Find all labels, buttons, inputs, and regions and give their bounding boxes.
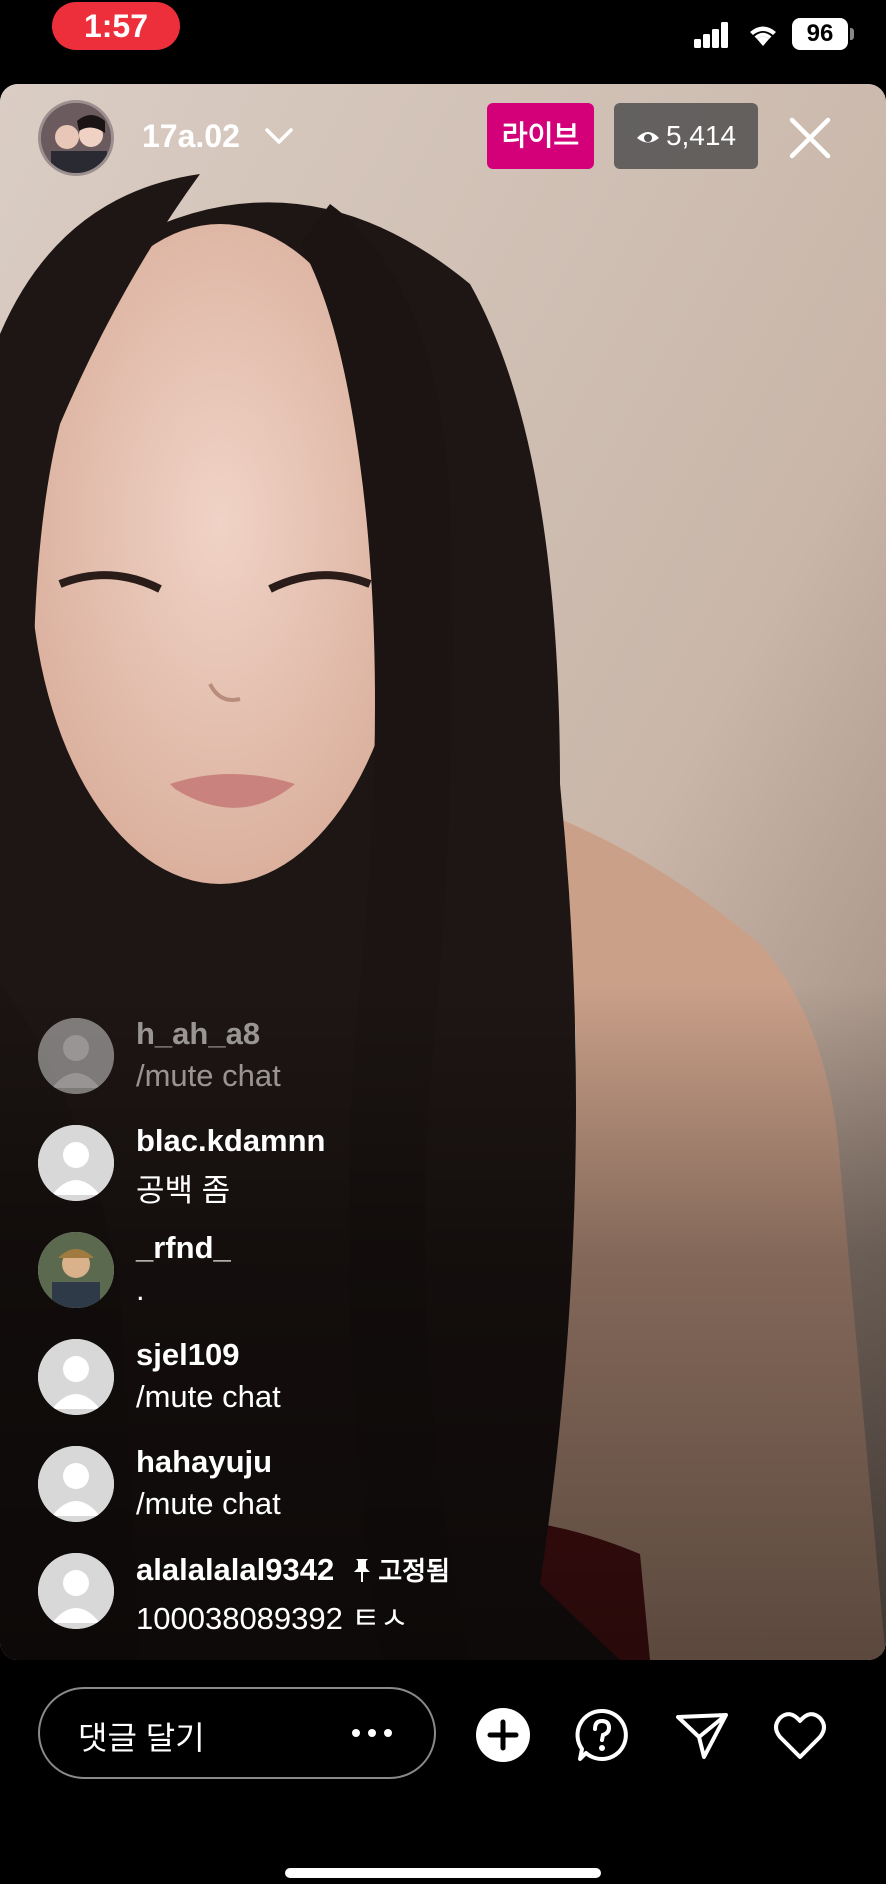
battery-nub [850, 28, 854, 40]
heart-icon[interactable] [772, 1707, 828, 1763]
comment-avatar[interactable] [38, 1018, 114, 1094]
comment-item[interactable]: sjel109 /mute chat [38, 1333, 638, 1440]
comment-username[interactable]: alalalalal9342 [136, 1552, 334, 1587]
comment-item[interactable]: blac.kdamnn 공백 좀 [38, 1119, 638, 1226]
comment-text: . [136, 1272, 145, 1307]
comment-text: /mute chat [136, 1379, 281, 1414]
eye-icon [636, 131, 659, 143]
comment-avatar[interactable] [38, 1553, 114, 1629]
comment-username[interactable]: sjel109 [136, 1337, 239, 1373]
pin-icon [354, 1559, 371, 1582]
pinned-comment[interactable]: alalalalal9342 고정됨 100038089392 ㅌㅅ [38, 1547, 638, 1654]
wifi-icon [750, 26, 776, 46]
close-icon[interactable] [786, 114, 834, 162]
status-bar: 1:57 96 [0, 0, 886, 80]
status-time[interactable]: 1:57 [52, 2, 180, 50]
comment-username[interactable]: _rfnd_ [136, 1230, 231, 1266]
chevron-down-icon[interactable] [263, 124, 295, 148]
comment-username[interactable]: blac.kdamnn [136, 1123, 326, 1159]
home-indicator[interactable] [285, 1868, 601, 1878]
comment-item[interactable]: h_ah_a8 /mute chat [38, 1012, 638, 1119]
comment-text: /mute chat [136, 1058, 281, 1093]
host-avatar[interactable] [38, 100, 114, 176]
comment-item[interactable]: _rfnd_ . [38, 1226, 638, 1333]
comment-username-row: alalalalal9342 고정됨 [136, 1551, 450, 1588]
comment-item[interactable]: hahayuju /mute chat [38, 1440, 638, 1547]
pinned-label: 고정됨 [352, 1556, 450, 1586]
cellular-signal-icon [694, 22, 728, 48]
comment-text: 공백 좀 [136, 1173, 231, 1208]
comment-avatar[interactable] [38, 1339, 114, 1415]
viewer-count: 5,414 [665, 120, 737, 151]
comment-avatar[interactable] [38, 1125, 114, 1201]
question-icon[interactable] [574, 1707, 630, 1763]
host-username[interactable]: 17a.02 [142, 114, 240, 158]
pinned-text: 고정됨 [378, 1556, 450, 1586]
comment-username[interactable]: hahayuju [136, 1444, 272, 1480]
viewer-count-badge[interactable]: 5,414 [614, 103, 758, 169]
more-options-icon[interactable] [350, 1717, 394, 1749]
add-icon[interactable] [475, 1707, 531, 1763]
comment-username[interactable]: h_ah_a8 [136, 1016, 260, 1052]
comment-input[interactable]: 댓글 달기 [38, 1687, 436, 1779]
battery-indicator: 96 [792, 18, 848, 50]
comment-placeholder: 댓글 달기 [78, 1720, 205, 1756]
comment-text: /mute chat [136, 1486, 281, 1521]
live-comments[interactable]: h_ah_a8 /mute chat blac.kdamnn 공백 좀 _rfn… [38, 1012, 638, 1654]
comment-text: 100038089392 ㅌㅅ [136, 1601, 409, 1636]
comment-avatar[interactable] [38, 1446, 114, 1522]
send-icon[interactable] [674, 1707, 730, 1763]
live-badge: 라이브 [487, 103, 594, 169]
comment-avatar[interactable] [38, 1232, 114, 1308]
